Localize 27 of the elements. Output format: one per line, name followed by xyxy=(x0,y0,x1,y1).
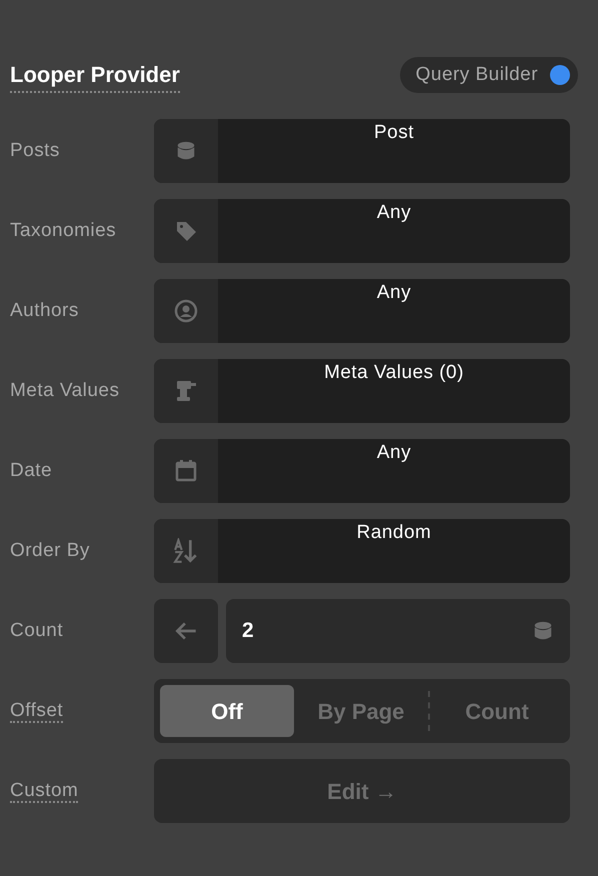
select-field[interactable]: Meta Values (0) xyxy=(154,359,570,423)
field-label: Authors xyxy=(10,300,79,321)
field-label: Order By xyxy=(10,540,90,561)
field-label: Offset xyxy=(10,700,64,723)
query-builder-toggle[interactable]: Query Builder xyxy=(400,57,578,93)
calendar-icon xyxy=(174,459,198,483)
segment-option[interactable]: Off xyxy=(160,685,294,737)
field-label: Taxonomies xyxy=(10,220,116,241)
select-field[interactable]: Post xyxy=(154,119,570,183)
number-input[interactable]: 2 xyxy=(226,599,570,663)
drill-icon xyxy=(174,379,198,403)
user-circle-icon xyxy=(174,299,198,323)
database-icon xyxy=(532,620,554,642)
select-field[interactable]: Any xyxy=(154,439,570,503)
field-label: Custom xyxy=(10,780,78,803)
field-label: Posts xyxy=(10,140,60,161)
panel-title: Looper Provider xyxy=(10,58,180,92)
database-icon xyxy=(175,140,197,162)
sort-az-icon xyxy=(173,538,199,564)
field-label: Date xyxy=(10,460,52,481)
field-label: Count xyxy=(10,620,64,641)
tag-icon xyxy=(174,219,198,243)
back-button[interactable] xyxy=(154,599,218,663)
select-field[interactable]: Random xyxy=(154,519,570,583)
select-field[interactable]: Any xyxy=(154,199,570,263)
select-field[interactable]: Any xyxy=(154,279,570,343)
field-label: Meta Values xyxy=(10,380,120,401)
